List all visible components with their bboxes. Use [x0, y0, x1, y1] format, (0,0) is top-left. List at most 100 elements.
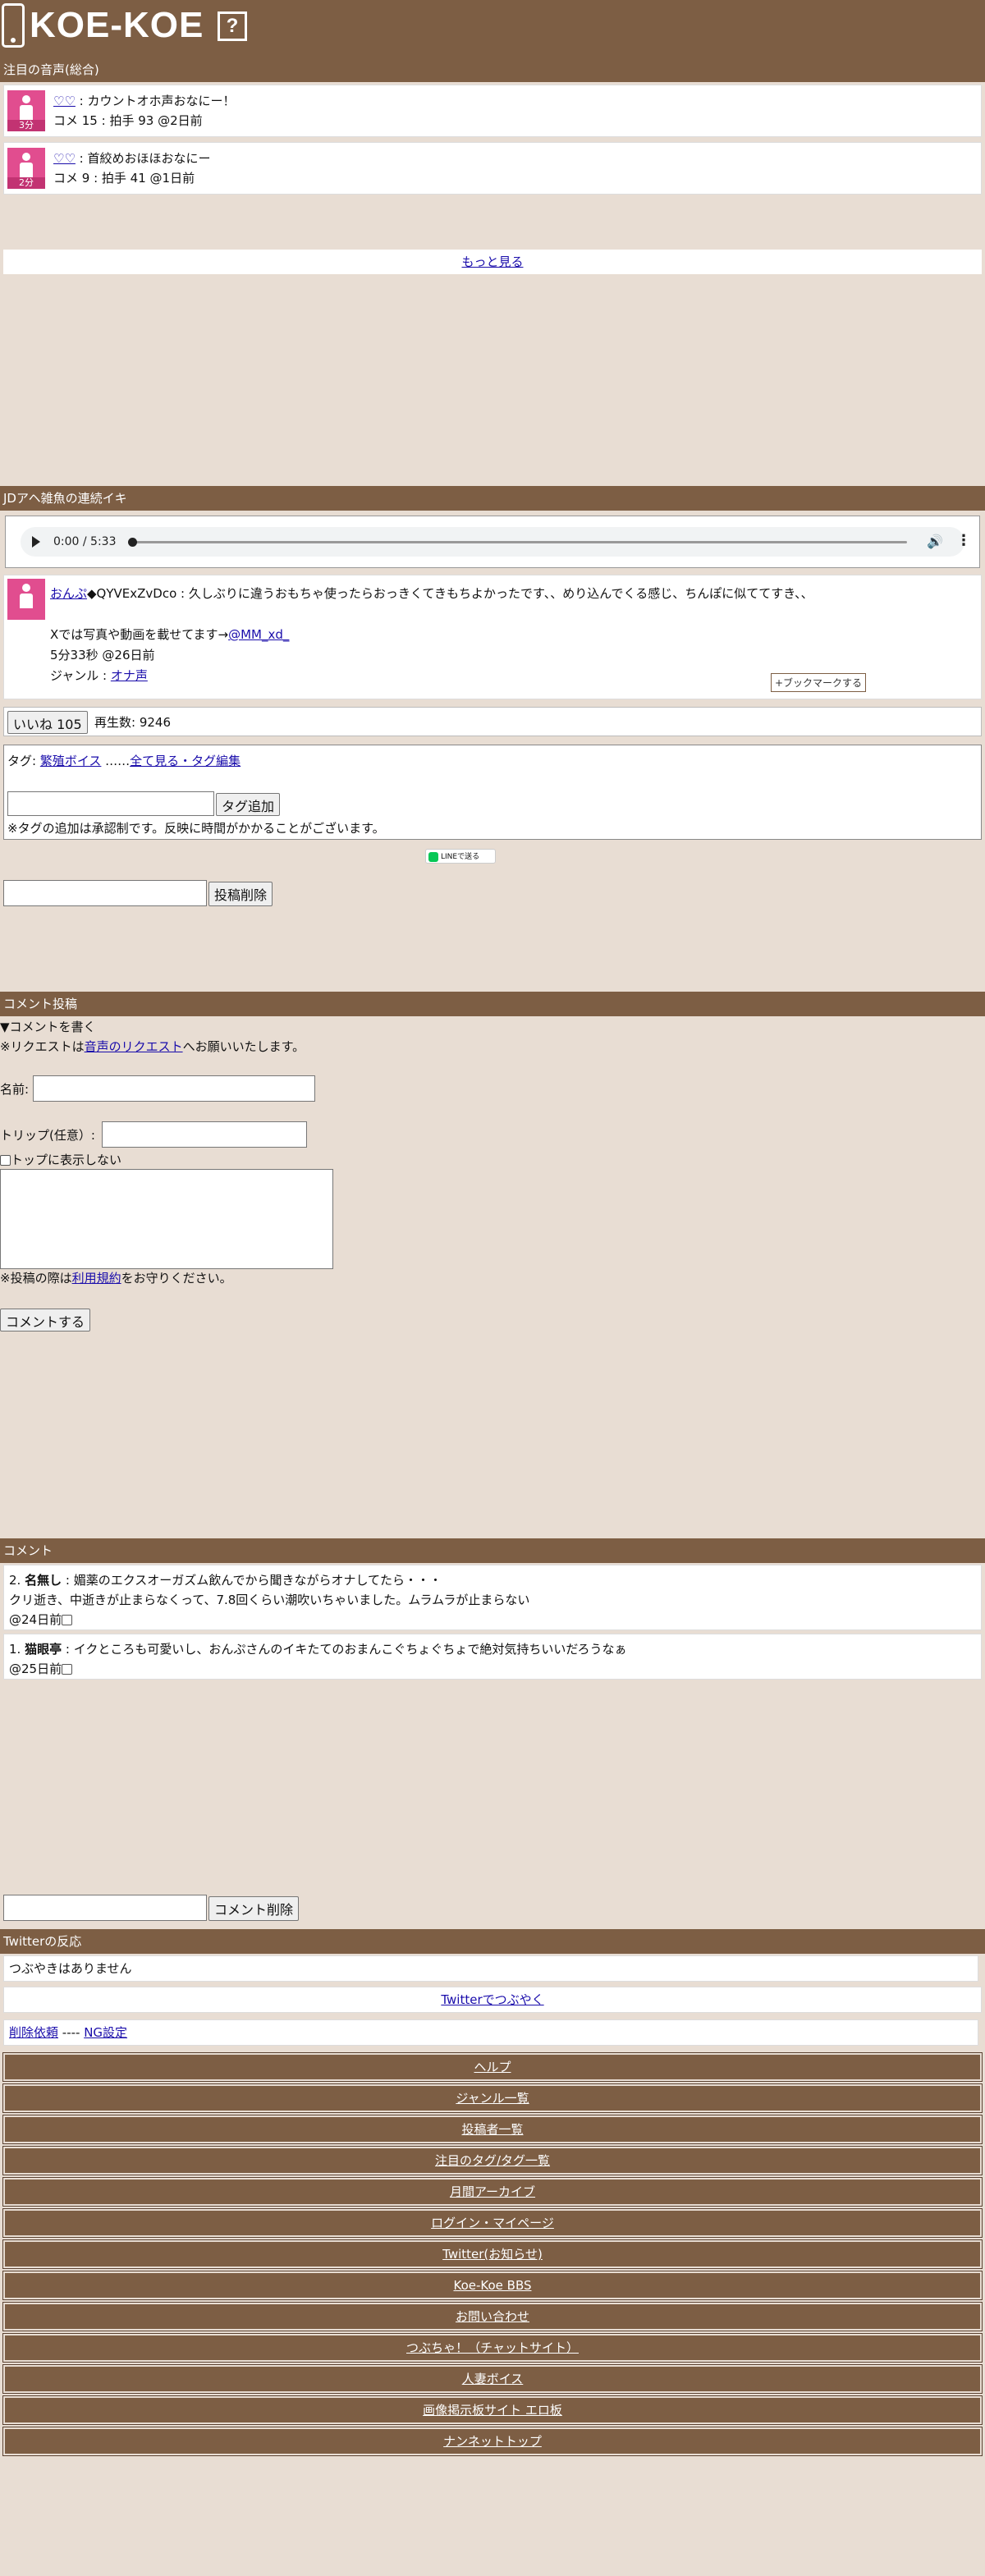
footer-nav-link[interactable]: 投稿者一覧 — [461, 2122, 523, 2137]
tweet-link[interactable]: Twitterでつぶやく — [441, 1992, 543, 2007]
play-count: 再生数: 9246 — [94, 715, 171, 730]
footer-nav-link[interactable]: ジャンル一覧 — [456, 2091, 529, 2106]
ng-settings-link[interactable]: NG設定 — [84, 2025, 127, 2040]
tag-prefix: タグ: — [7, 754, 40, 768]
comment-time: @25日前 — [9, 1662, 62, 1676]
avatar-icon[interactable]: 2分 — [7, 148, 45, 189]
footer-nav-item[interactable]: 注目のタグ/タグ一覧 — [2, 2146, 983, 2175]
footer-nav-link[interactable]: 人妻ボイス — [462, 2372, 524, 2386]
comment-author: 名無し — [25, 1573, 62, 1588]
request-link[interactable]: 音声のリクエスト — [85, 1039, 183, 1054]
comment-form-toggle[interactable]: ▼コメントを書く — [0, 1018, 96, 1035]
featured-item-desc: 首絞めおほほおなにー — [87, 151, 211, 166]
more-link[interactable]: もっと見る — [461, 254, 523, 269]
footer-nav-item[interactable]: Koe-Koe BBS — [2, 2271, 983, 2300]
footer-nav-link[interactable]: ログイン・マイページ — [431, 2216, 554, 2230]
featured-item-meta: コメ 15 : 拍手 93 @2日前 — [53, 113, 203, 128]
avatar-icon[interactable] — [7, 579, 45, 620]
tweet-box: Twitterでつぶやく — [3, 1987, 982, 2013]
delete-password-input[interactable] — [3, 880, 207, 906]
delete-comment-button[interactable]: コメント削除 — [208, 1896, 300, 1921]
x-note: Xでは写真や動画を載せてます→ — [50, 627, 229, 642]
comment-select-checkbox[interactable] — [62, 1615, 73, 1625]
comment-text: イクところも可愛いし、おんぷさんのイキたてのおまんこぐちょぐちょで絶対気持ちいい… — [73, 1642, 627, 1657]
tag-dots: …… — [101, 754, 131, 768]
comment-author: 猫眼亭 — [25, 1642, 62, 1657]
comment-textarea[interactable] — [0, 1169, 333, 1269]
trip-input[interactable] — [102, 1121, 307, 1148]
footer-nav-link[interactable]: 月間アーカイブ — [450, 2184, 535, 2199]
hide-from-top-label: トップに表示しない — [11, 1153, 122, 1167]
phone-logo-icon[interactable] — [2, 3, 25, 48]
report-box: 削除依頼 ---- NG設定 — [3, 2019, 978, 2046]
footer-nav-item[interactable]: ヘルプ — [2, 2052, 983, 2082]
site-logo[interactable]: KOE-KOE — [30, 5, 204, 46]
more-options-icon[interactable]: ⋮ — [956, 532, 971, 549]
comment-text: 媚薬のエクスオーガズム飲んでから聞きながらオナしてたら・・・ — [73, 1573, 442, 1588]
play-icon[interactable] — [32, 536, 40, 548]
tag-box: タグ: 繁殖ボイス ……全て見る・タグ編集 タグ追加 ※タグの追加は承認制です。… — [3, 745, 982, 840]
author-link[interactable]: おんぷ — [50, 586, 87, 601]
request-note: ※リクエストは音声のリクエストへお願いいたします。 — [0, 1039, 305, 1054]
featured-item-desc: カウントオホ声おなにー！ — [87, 94, 236, 108]
author-id: ◆QYVExZvDco — [87, 586, 177, 601]
footer-nav-item[interactable]: 月間アーカイブ — [2, 2177, 983, 2207]
footer-nav-item[interactable]: ログイン・マイページ — [2, 2208, 983, 2238]
trip-label: トリップ(任意）: — [0, 1128, 95, 1143]
footer-nav-link[interactable]: 画像掲示板サイト エロ板 — [423, 2403, 562, 2418]
seek-handle[interactable] — [128, 538, 137, 547]
post-body: 久しぶりに違うおもちゃ使ったらおっきくてきもちよかったです、、めり込んでくる感じ… — [188, 586, 813, 601]
footer-nav-item[interactable]: Twitter(お知らせ) — [2, 2239, 983, 2269]
submit-comment-button[interactable]: コメントする — [0, 1309, 91, 1332]
like-button[interactable]: いいね 105 — [7, 711, 88, 734]
tag-input[interactable] — [7, 791, 214, 816]
rules-note: ※投稿の際は利用規約をお守りください。 — [0, 1271, 232, 1286]
footer-nav-link[interactable]: Twitter(お知らせ) — [442, 2247, 543, 2262]
footer-nav-link[interactable]: お問い合わせ — [456, 2309, 529, 2324]
featured-item[interactable]: 2分 ♡♡ : 首絞めおほほおなにー コメ 9 : 拍手 41 @1日前 — [3, 142, 982, 195]
tag-edit-link[interactable]: 全て見る・タグ編集 — [130, 754, 241, 768]
footer-nav-link[interactable]: Koe-Koe BBS — [453, 2278, 531, 2293]
name-input[interactable] — [33, 1075, 315, 1102]
footer-nav-item[interactable]: ナンネットトップ — [2, 2427, 983, 2456]
comment-select-checkbox[interactable] — [62, 1664, 73, 1675]
volume-icon[interactable]: 🔊 — [927, 534, 943, 549]
seek-bar[interactable] — [132, 541, 907, 543]
hide-from-top-checkbox[interactable] — [0, 1155, 11, 1166]
footer-nav-link[interactable]: ヘルプ — [474, 2060, 511, 2074]
featured-item-meta: コメ 9 : 拍手 41 @1日前 — [53, 171, 195, 186]
bookmark-button[interactable]: +ブックマークする — [770, 673, 866, 692]
help-button[interactable]: ? — [218, 11, 247, 41]
genre-link[interactable]: オナ声 — [111, 668, 148, 683]
duration-badge: 3分 — [7, 120, 45, 131]
footer-nav-item[interactable]: 人妻ボイス — [2, 2364, 983, 2394]
footer-nav-link[interactable]: 注目のタグ/タグ一覧 — [435, 2153, 550, 2168]
footer-nav-item[interactable]: つぶちゃ！（チャットサイト） — [2, 2333, 983, 2363]
featured-item[interactable]: 3分 ♡♡ : カウントオホ声おなにー！ コメ 15 : 拍手 93 @2日前 — [3, 85, 982, 137]
featured-item-link[interactable]: ♡♡ — [53, 151, 76, 166]
tag-link[interactable]: 繁殖ボイス — [40, 754, 102, 768]
duration-badge: 2分 — [7, 177, 45, 189]
avatar-icon[interactable]: 3分 — [7, 90, 45, 131]
line-share-button[interactable]: LINEで送る — [425, 849, 496, 864]
audio-player: 0:00 / 5:33 🔊 ⋮ — [5, 516, 980, 568]
more-box: もっと見る — [3, 250, 982, 274]
comment-time: @24日前 — [9, 1612, 62, 1627]
footer-nav-link[interactable]: ナンネットトップ — [443, 2434, 542, 2449]
footer-nav-item[interactable]: ジャンル一覧 — [2, 2083, 983, 2113]
comment-delete-password-input[interactable] — [3, 1895, 207, 1921]
footer-nav-item[interactable]: 投稿者一覧 — [2, 2115, 983, 2144]
x-handle-link[interactable]: @MM_xd_ — [228, 627, 289, 642]
comments-section-title: コメント — [0, 1538, 985, 1563]
footer-nav-item[interactable]: 画像掲示板サイト エロ板 — [2, 2395, 983, 2425]
featured-item-link[interactable]: ♡♡ — [53, 94, 76, 108]
comment-number: 1. — [9, 1642, 21, 1657]
featured-item-title-line: ♡♡ : カウントオホ声おなにー！ — [53, 94, 236, 108]
footer-nav-link[interactable]: つぶちゃ！（チャットサイト） — [406, 2340, 579, 2355]
footer-nav-item[interactable]: お問い合わせ — [2, 2302, 983, 2331]
tag-add-button[interactable]: タグ追加 — [216, 793, 281, 816]
delete-request-link[interactable]: 削除依頼 — [9, 2025, 58, 2040]
featured-section-title: 注目の音声(総合) — [0, 57, 985, 82]
delete-post-button[interactable]: 投稿削除 — [208, 882, 273, 906]
rules-link[interactable]: 利用規約 — [72, 1271, 121, 1286]
